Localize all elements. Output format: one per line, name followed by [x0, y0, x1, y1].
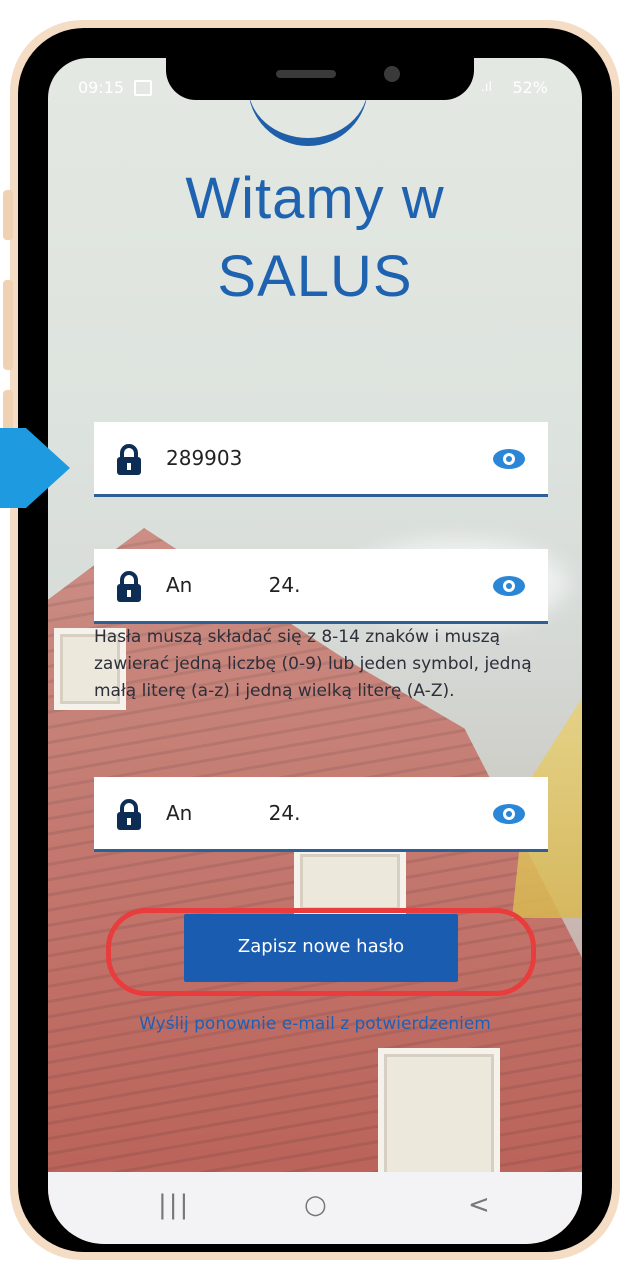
home-button[interactable]: ○: [304, 1190, 327, 1220]
background-window: [294, 848, 406, 916]
lock-icon: [116, 444, 142, 480]
status-time: 09:15: [78, 78, 125, 97]
pointer-arrow-icon: [0, 428, 70, 512]
phone-notch: [166, 40, 474, 100]
new-password-field[interactable]: An 24.: [94, 549, 548, 624]
battery-level: 52%: [512, 78, 548, 97]
welcome-title-line1: Witamy w: [185, 166, 445, 231]
welcome-title: Witamy w SALUS: [48, 160, 582, 316]
recents-button[interactable]: |||: [158, 1190, 190, 1220]
back-button[interactable]: <: [468, 1190, 490, 1220]
front-camera: [384, 66, 400, 82]
resend-confirmation-email-link[interactable]: Wyślij ponownie e-mail z potwierdzeniem: [48, 1014, 582, 1034]
eye-icon[interactable]: [492, 448, 526, 474]
password-requirements-text: Hasła muszą składać się z 8-14 znaków i …: [94, 627, 532, 701]
verification-code-field[interactable]: 289903: [94, 422, 548, 497]
gallery-notification-icon: [134, 80, 152, 96]
eye-icon[interactable]: [492, 803, 526, 829]
welcome-title-line2: SALUS: [217, 244, 413, 309]
lock-icon: [116, 571, 142, 607]
lock-icon: [116, 799, 142, 835]
confirm-password-value: An 24.: [166, 801, 301, 825]
android-nav-bar: ||| ○ <: [48, 1172, 582, 1244]
new-password-value: An 24.: [166, 573, 301, 597]
verification-code-value: 289903: [166, 446, 243, 470]
signal-icon: .ıl: [480, 80, 492, 95]
save-new-password-button[interactable]: Zapisz nowe hasło: [184, 914, 458, 982]
speaker-grille: [276, 70, 336, 78]
app-screen: 09:15 .ıl 52% Witamy w SALUS 289903 An 2…: [48, 58, 582, 1244]
confirm-password-field[interactable]: An 24.: [94, 777, 548, 852]
eye-icon[interactable]: [492, 575, 526, 601]
phone-side-button: [3, 190, 13, 240]
phone-volume-up-button: [3, 280, 13, 370]
